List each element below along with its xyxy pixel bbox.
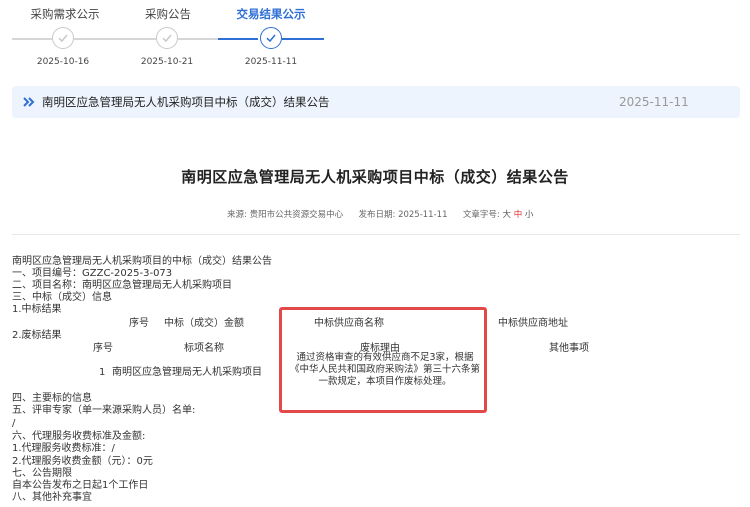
divider (12, 234, 740, 235)
project-number: 一、项目编号：GZZC-2025-3-073 (12, 268, 173, 279)
table-header: 序号 (129, 318, 149, 329)
highlight-box (279, 307, 487, 413)
section-heading: 六、代理服务收费标准及金额: (12, 431, 146, 442)
step-tab-announcement[interactable]: 采购公告 (113, 6, 223, 22)
section-heading: 七、公告期限 (12, 468, 72, 479)
step-check-icon (52, 27, 74, 49)
font-size-label: 文章字号: (462, 210, 500, 220)
font-size-medium[interactable]: 中 (514, 210, 523, 220)
win-result-label: 1.中标结果 (12, 304, 62, 315)
table-header: 中标（成交）金额 (164, 318, 244, 329)
date-label: 发布日期: (358, 210, 396, 220)
step-date: 2025-10-16 (36, 57, 90, 67)
step-track-active (282, 38, 324, 40)
table-cell-name: 南明区应急管理局无人机采购项目 (112, 367, 262, 378)
date-value: 2025-11-11 (398, 210, 448, 220)
fee-standard: 1.代理服务收费标准：/ (12, 443, 115, 454)
step-tab-result[interactable]: 交易结果公示 (216, 6, 326, 22)
step-check-icon (260, 27, 282, 49)
table-header: 其他事项 (549, 343, 589, 354)
section-heading: 四、主要标的信息 (12, 393, 92, 404)
table-header: 序号 (93, 343, 113, 354)
table-header: 标项名称 (184, 343, 224, 354)
fee-amount: 2.代理服务收费金额（元）：0元 (12, 456, 153, 467)
font-size-small[interactable]: 小 (525, 210, 534, 220)
section-heading: 五、评审专家（单一来源采购人员）名单: (12, 405, 196, 416)
notice-date: 2025-11-11 (619, 95, 689, 109)
discard-result-label: 2.废标结果 (12, 330, 62, 341)
font-size-large[interactable]: 大 (502, 210, 511, 220)
step-date: 2025-10-21 (140, 57, 194, 67)
notice-title[interactable]: 南明区应急管理局无人机采购项目中标（成交）结果公告 (42, 94, 330, 110)
period-text: 自本公告发布之日起1个工作日 (12, 480, 149, 491)
step-tab-demand[interactable]: 采购需求公示 (10, 6, 120, 22)
double-chevron-right-icon (23, 97, 35, 107)
section-heading: 八、其他补充事宜 (12, 492, 92, 503)
table-header: 中标供应商地址 (498, 318, 568, 329)
notice-bar[interactable]: 南明区应急管理局无人机采购项目中标（成交）结果公告 2025-11-11 (12, 86, 740, 118)
step-track-active (218, 38, 258, 40)
step-track (74, 38, 156, 40)
intro-text: 南明区应急管理局无人机采购项目的中标（成交）结果公告 (12, 256, 272, 267)
placeholder-text: / (12, 418, 16, 429)
article-meta: 来源: 贵阳市公共资源交易中心 发布日期: 2025-11-11 文章字号: 大… (227, 208, 533, 220)
section-heading: 三、中标（成交）信息 (12, 292, 112, 303)
source-value: 贵阳市公共资源交易中心 (249, 210, 344, 220)
table-cell-index: 1 (99, 367, 106, 378)
progress-stepper: 采购需求公示 采购公告 交易结果公示 2025-10-16 2025-10-21… (0, 0, 340, 75)
source-label: 来源: (227, 210, 247, 220)
project-name: 二、项目名称：南明区应急管理局无人机采购项目 (12, 280, 232, 291)
step-date: 2025-11-11 (244, 57, 298, 67)
step-check-icon (156, 27, 178, 49)
step-track (12, 38, 52, 40)
page-title: 南明区应急管理局无人机采购项目中标（成交）结果公告 (181, 168, 569, 186)
